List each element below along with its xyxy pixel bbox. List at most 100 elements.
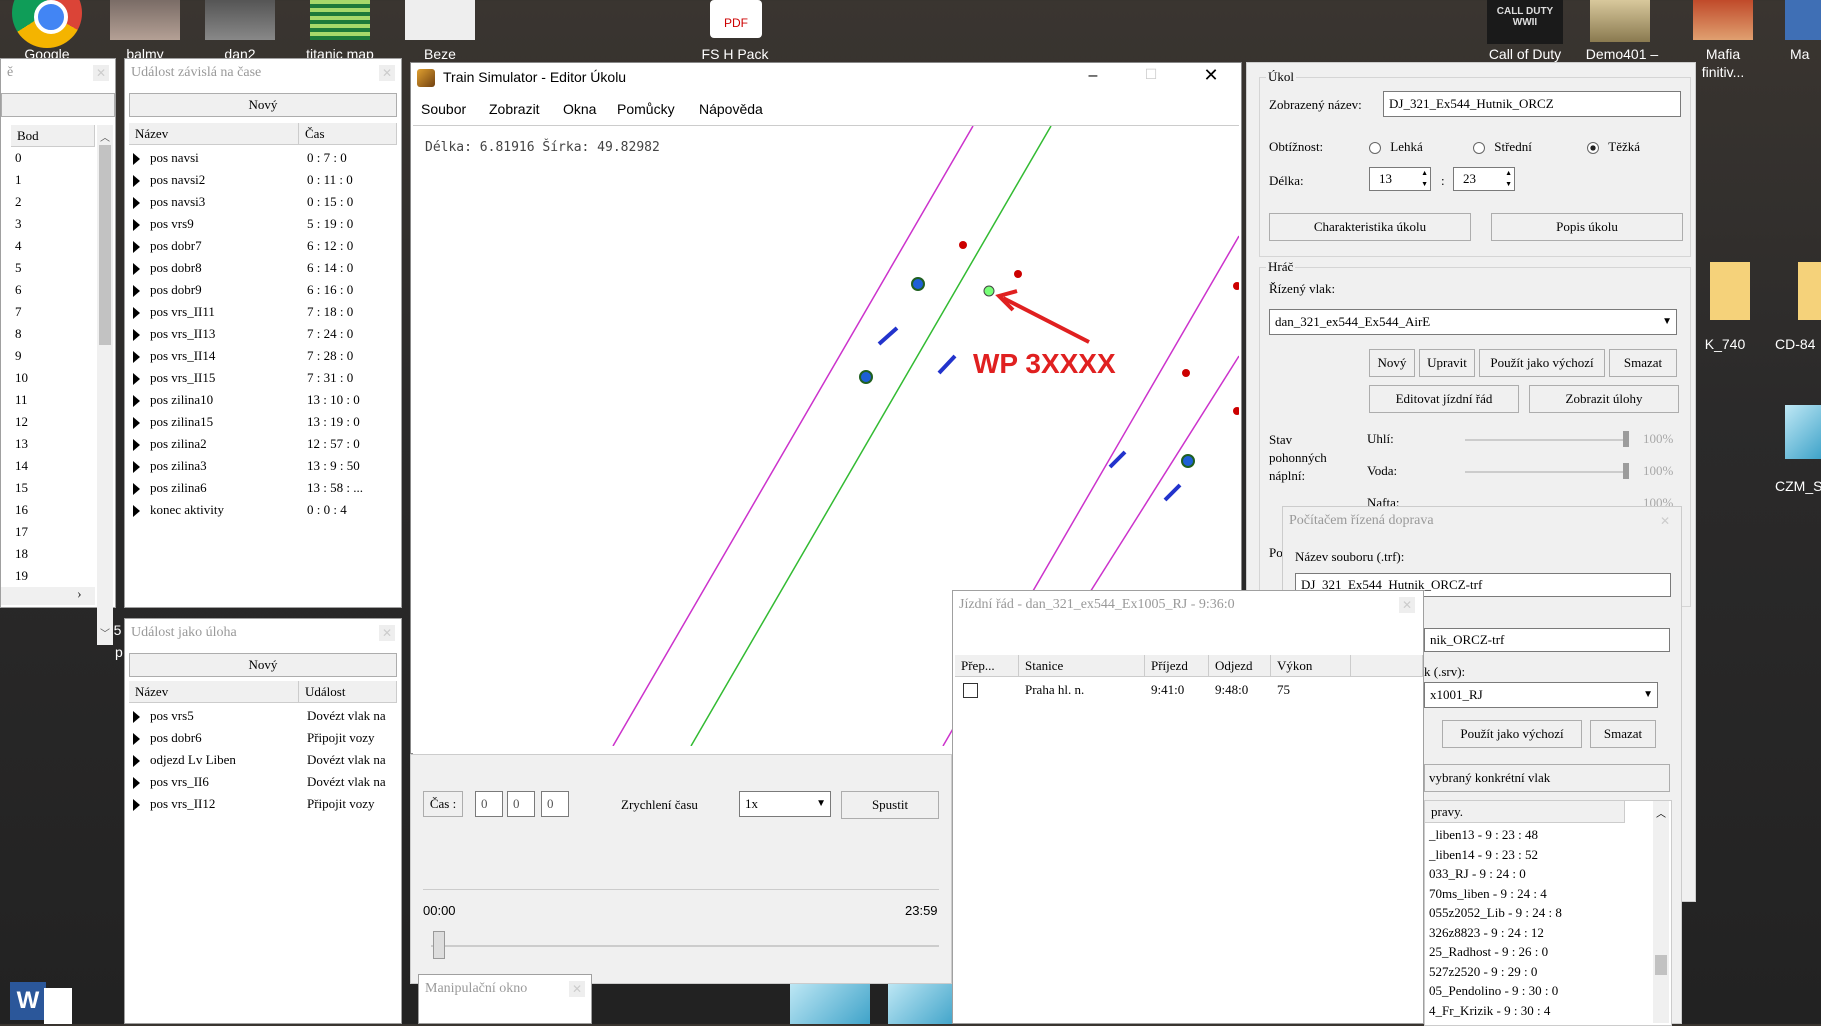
table-row[interactable]: pos dobr7 6 : 12 : 0 — [133, 235, 397, 257]
expand-arrow-icon[interactable] — [133, 439, 140, 452]
point-item[interactable]: 19 — [15, 565, 28, 587]
balmy-thumbnail-icon[interactable] — [110, 0, 180, 40]
table-row[interactable]: pos zilina15 13 : 19 : 0 — [133, 411, 397, 433]
fuel-coal-thumb[interactable] — [1623, 431, 1629, 447]
close-icon[interactable]: ✕ — [379, 65, 395, 81]
show-tasks-button[interactable]: Zobrazit úlohy — [1529, 385, 1679, 413]
expand-arrow-icon[interactable] — [133, 153, 140, 166]
table-row[interactable]: pos vrs9 5 : 19 : 0 — [133, 213, 397, 235]
point-item[interactable]: 17 — [15, 521, 28, 543]
point-item[interactable]: 13 — [15, 433, 28, 455]
table-row[interactable]: pos zilina3 13 : 9 : 50 — [133, 455, 397, 477]
srv-default-button[interactable]: Použít jako výchozí — [1442, 720, 1582, 748]
point-item[interactable]: 1 — [15, 169, 22, 191]
expand-arrow-icon[interactable] — [133, 285, 140, 298]
list-item[interactable]: 055z2052_Lib - 9 : 24 : 8 — [1429, 903, 1562, 922]
close-icon[interactable]: ✕ — [569, 981, 585, 997]
fuel-water-slider[interactable] — [1465, 471, 1629, 473]
desktop-icon-czm[interactable]: CZM_S — [1775, 478, 1821, 494]
folder-icon[interactable] — [1710, 262, 1750, 320]
table-row[interactable]: pos vrs_II13 7 : 24 : 0 — [133, 323, 397, 345]
characteristic-button[interactable]: Charakteristika úkolu — [1269, 213, 1471, 241]
mafia-icon[interactable] — [1693, 0, 1753, 40]
name-column-header[interactable]: Název — [129, 123, 299, 145]
table-row[interactable]: pos dobr9 6 : 16 : 0 — [133, 279, 397, 301]
new-time-event-button[interactable]: Nový — [129, 93, 397, 117]
close-icon[interactable]: ✕ — [1197, 65, 1225, 89]
horizontal-scrollbar[interactable]: › — [1, 587, 95, 605]
expand-arrow-icon[interactable] — [133, 329, 140, 342]
point-item[interactable]: 6 — [15, 279, 22, 301]
bod-header[interactable]: Bod — [11, 125, 95, 147]
point-item[interactable]: 4 — [15, 235, 22, 257]
table-row[interactable]: pos navsi2 0 : 11 : 0 — [133, 169, 397, 191]
chrome-icon[interactable] — [12, 0, 82, 48]
pdf-icon[interactable]: PDF — [710, 0, 762, 38]
stepper-arrows-icon[interactable]: ▲ ▼ — [1421, 168, 1428, 190]
selected-train-button[interactable]: vybraný konkrétní vlak — [1424, 764, 1670, 792]
srv-select[interactable]: x1001_RJ ▼ — [1424, 682, 1658, 708]
point-item[interactable]: 18 — [15, 543, 28, 565]
table-row[interactable]: pos vrs_II6 Dovézt vlak na — [133, 771, 397, 793]
call-of-duty-icon[interactable]: CALL DUTY WWII — [1487, 0, 1563, 44]
prep-checkbox[interactable] — [963, 683, 978, 698]
expand-arrow-icon[interactable] — [133, 777, 140, 790]
scroll-thumb[interactable] — [99, 145, 111, 345]
point-item[interactable]: 15 — [15, 477, 28, 499]
train-delete-button[interactable]: Smazat — [1609, 349, 1677, 377]
close-icon[interactable]: ✕ — [379, 625, 395, 641]
point-item[interactable]: 8 — [15, 323, 22, 345]
expand-arrow-icon[interactable] — [133, 755, 140, 768]
document-icon[interactable] — [44, 988, 72, 1024]
fuel-coal-slider[interactable] — [1465, 439, 1629, 441]
list-item[interactable]: 25_Radhost - 9 : 26 : 0 — [1429, 942, 1548, 961]
fuel-water-thumb[interactable] — [1623, 463, 1629, 479]
desktop-icon-call-of-duty[interactable]: Call of Duty — [1475, 46, 1575, 62]
table-row[interactable]: pos dobr8 6 : 14 : 0 — [133, 257, 397, 279]
new-task-event-button[interactable]: Nový — [129, 653, 397, 677]
point-item[interactable]: 3 — [15, 213, 22, 235]
time-minutes-field[interactable]: 0 — [507, 791, 535, 817]
point-item[interactable]: 9 — [15, 345, 22, 367]
czm-icon[interactable] — [1785, 405, 1821, 459]
menu-soubor[interactable]: Soubor — [421, 101, 466, 117]
col-header-power[interactable]: Výkon — [1271, 655, 1351, 677]
point-item[interactable]: 2 — [15, 191, 22, 213]
ma-icon[interactable] — [1785, 0, 1821, 40]
thumbnail2-icon[interactable] — [888, 982, 956, 1024]
list-item[interactable]: 05_Pendolino - 9 : 30 : 0 — [1429, 981, 1558, 1000]
menu-napoveda[interactable]: Nápověda — [699, 101, 763, 117]
table-row[interactable]: pos vrs_II14 7 : 28 : 0 — [133, 345, 397, 367]
close-icon[interactable]: ✕ — [1399, 597, 1415, 613]
expand-arrow-icon[interactable] — [133, 395, 140, 408]
desktop-icon-fs-h-pack[interactable]: FS H Pack — [690, 46, 780, 62]
list-item[interactable]: 033_RJ - 9 : 24 : 0 — [1429, 864, 1526, 883]
train-edit-button[interactable]: Upravit — [1419, 349, 1475, 377]
list-item[interactable]: _liben13 - 9 : 23 : 48 — [1429, 825, 1538, 844]
chevron-up-icon[interactable]: ︿ — [100, 129, 110, 144]
list-item[interactable]: 70ms_liben - 9 : 24 : 4 — [1429, 884, 1547, 903]
table-row[interactable]: pos vrs_II15 7 : 31 : 0 — [133, 367, 397, 389]
ai-list-scrollbar[interactable]: ︿ — [1653, 801, 1669, 1023]
points-scrollbar[interactable]: ︿ ﹀ — [97, 125, 113, 645]
length-minutes-stepper[interactable]: 23 ▲ ▼ — [1453, 167, 1515, 191]
menu-okna[interactable]: Okna — [563, 101, 596, 117]
col-header-station[interactable]: Stanice — [1019, 655, 1145, 677]
point-item[interactable]: 10 — [15, 367, 28, 389]
edit-timetable-button[interactable]: Editovat jízdní řád — [1369, 385, 1519, 413]
table-row[interactable]: Praha hl. n. 9:41:0 9:48:0 75 — [955, 679, 1423, 701]
name-column-header[interactable]: Název — [129, 681, 299, 703]
chevron-right-icon[interactable]: › — [77, 587, 82, 603]
radio-easy[interactable]: Lehká — [1369, 139, 1423, 155]
desktop-icon-k740[interactable]: K_740 — [1685, 336, 1765, 352]
timeline-thumb[interactable] — [433, 931, 445, 959]
train-select[interactable]: dan_321_ex544_Ex544_AirE ▼ — [1269, 309, 1677, 335]
expand-arrow-icon[interactable] — [133, 197, 140, 210]
time-column-header[interactable]: Čas — [299, 123, 397, 145]
table-row[interactable]: pos zilina2 12 : 57 : 0 — [133, 433, 397, 455]
maximize-icon[interactable]: ☐ — [1139, 67, 1163, 87]
stepper-arrows-icon[interactable]: ▲ ▼ — [1505, 168, 1512, 190]
point-item[interactable]: 12 — [15, 411, 28, 433]
table-row[interactable]: pos zilina6 13 : 58 : ... — [133, 477, 397, 499]
table-row[interactable]: konec aktivity 0 : 0 : 4 — [133, 499, 397, 521]
